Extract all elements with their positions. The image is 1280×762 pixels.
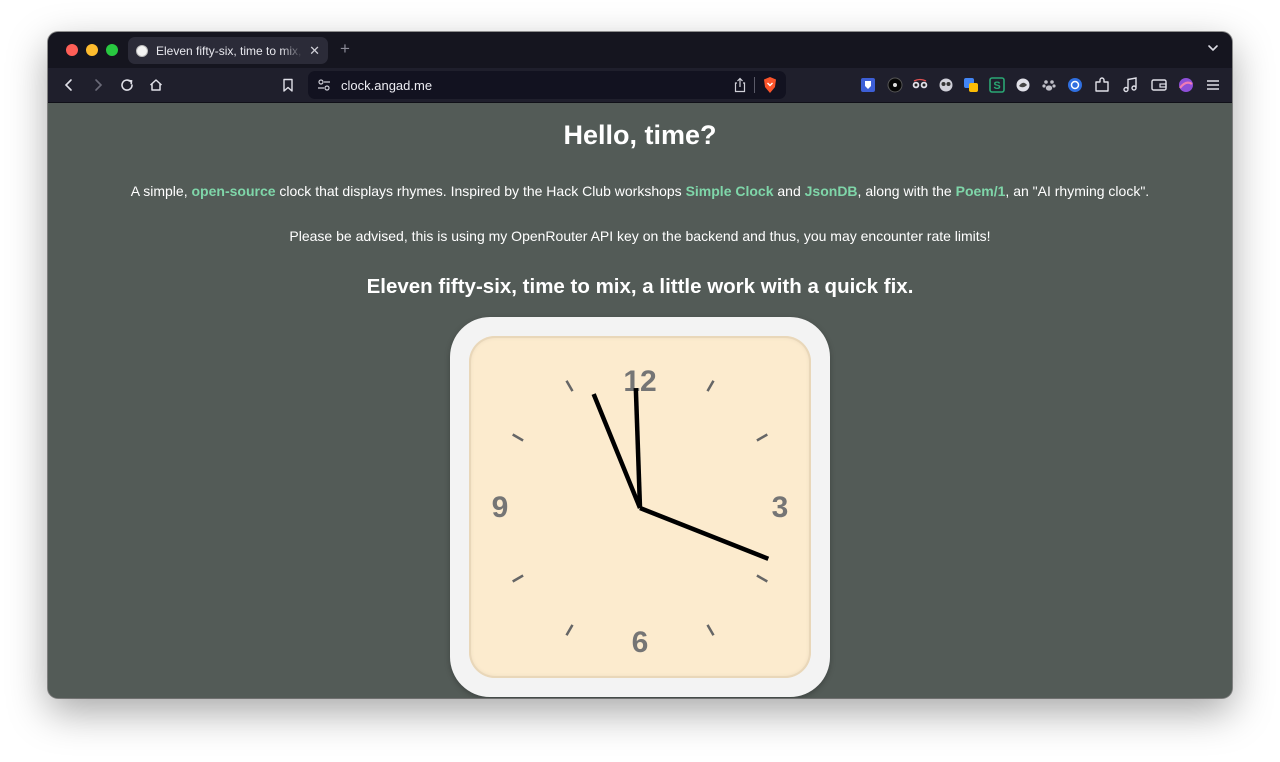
minimize-window-button[interactable] [86,44,98,56]
url-text[interactable]: clock.angad.me [341,78,432,93]
clock-icon [136,44,148,57]
hour-hand [633,387,643,509]
tab-active[interactable]: Eleven fifty-six, time to mix, a little … [128,37,328,64]
share-icon[interactable] [733,77,747,93]
hour-tick [756,433,768,442]
intro-text: , an "AI rhyming clock". [1005,183,1150,199]
hour-tick [706,624,715,636]
owl-icon[interactable] [937,76,955,94]
rate-limit-notice: Please be advised, this is using my Open… [289,228,991,244]
minute-hand [591,393,643,509]
tab-title: Eleven fifty-six, time to mix, a little … [156,43,303,58]
paw-icon[interactable] [1040,76,1058,94]
tab-list-chevron-icon[interactable] [1206,41,1220,55]
hour-tick [512,574,524,583]
music-icon[interactable] [1121,76,1139,94]
browser-window: Eleven fifty-six, time to mix, a little … [48,32,1232,698]
home-icon[interactable] [148,77,164,93]
tab-close-icon[interactable]: ✕ [309,43,320,59]
dark-circle-icon[interactable] [886,76,904,94]
hour-tick [706,380,715,392]
hour-tick [756,574,768,583]
back-icon[interactable] [61,77,77,93]
intro-text: , along with the [857,183,956,199]
hour-tick [565,624,574,636]
hour-tick [512,433,524,442]
second-hand [639,505,770,561]
clock-frame: 12 3 6 9 [450,317,830,697]
new-tab-icon[interactable]: + [340,39,350,59]
profile-avatar-icon[interactable] [1177,76,1195,94]
forward-icon[interactable] [90,77,106,93]
reload-icon[interactable] [119,77,135,93]
rhyme-heading: Eleven fifty-six, time to mix, a little … [366,275,914,298]
hour-tick [565,380,574,392]
open-source-link[interactable]: open-source [192,183,276,199]
bitwarden-icon[interactable] [859,76,877,94]
poem1-link[interactable]: Poem/1 [956,183,1006,199]
close-window-button[interactable] [66,44,78,56]
intro-text: clock that displays rhymes. Inspired by … [275,183,686,199]
tab-bar: Eleven fifty-six, time to mix, a little … [48,32,1232,68]
svg-text:S: S [993,80,1000,92]
intro-text: A simple, [130,183,192,199]
numeral-9: 9 [492,491,509,524]
clock-dial: 12 3 6 9 [492,365,789,659]
wallet-icon[interactable] [1150,76,1168,94]
intro-text: and [773,183,805,199]
numeral-3: 3 [772,491,789,524]
divider [754,77,755,93]
numeral-6: 6 [632,626,649,659]
jsondb-link[interactable]: JsonDB [805,183,858,199]
intro-paragraph: A simple, open-source clock that display… [48,183,1232,199]
bird-icon[interactable] [1014,76,1032,94]
simple-clock-link[interactable]: Simple Clock [686,183,774,199]
toolbar: clock.angad.me S [48,68,1232,103]
address-bar[interactable]: clock.angad.me [308,71,786,99]
menu-icon[interactable] [1204,76,1222,94]
extensions-puzzle-icon[interactable] [1093,76,1111,94]
glasses-icon[interactable] [911,76,929,94]
s-extension-icon[interactable]: S [988,76,1006,94]
brave-shields-icon[interactable] [762,76,778,94]
numeral-12: 12 [623,365,656,398]
clock-face: 12 3 6 9 [469,336,811,678]
page-title: Hello, time? [563,120,717,150]
maximize-window-button[interactable] [106,44,118,56]
site-settings-icon[interactable] [317,78,331,92]
vpn-shield-icon[interactable] [1066,76,1084,94]
translate-icon[interactable] [962,76,980,94]
bookmark-icon[interactable] [280,77,296,93]
page-content: Hello, time? A simple, open-source clock… [48,103,1232,698]
